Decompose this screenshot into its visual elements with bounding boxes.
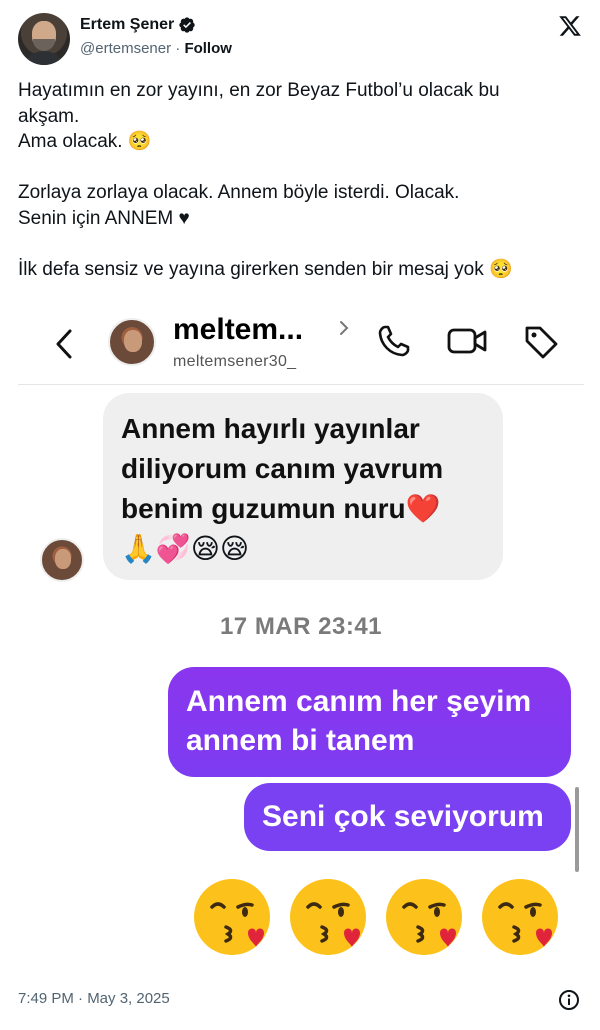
incoming-avatar-face (55, 549, 71, 569)
outgoing-message-bubble[interactable]: Annem canım her şeyim annem bi tanem (168, 667, 571, 777)
message-timestamp: 17 MAR 23:41 (219, 613, 383, 640)
tweet-line: akşam. (18, 105, 80, 127)
kiss-emoji-row (190, 875, 562, 959)
tag-icon[interactable] (522, 323, 560, 361)
contact-avatar-face (124, 330, 142, 352)
info-icon[interactable] (558, 989, 580, 1011)
incoming-avatar (40, 538, 84, 582)
phone-icon[interactable] (376, 323, 412, 359)
video-icon[interactable] (446, 325, 488, 357)
dm-header: meltem... meltemsener30_ (18, 305, 584, 385)
author-name[interactable]: Ertem Şener (80, 16, 174, 34)
author-avatar[interactable] (18, 13, 70, 65)
scrollbar[interactable] (575, 787, 579, 872)
tweet-line: İlk defa sensiz ve yayına girerken sende… (18, 258, 513, 280)
incoming-message-text: Annem hayırlı yayınlar diliyorum canım y… (121, 413, 444, 524)
avatar-body (22, 51, 66, 65)
kiss-icon (290, 879, 366, 955)
tweet-text: Hayatımın en zor yayını, en zor Beyaz Fu… (18, 78, 584, 282)
kiss-icon (482, 879, 558, 955)
avatar-beard (33, 39, 55, 51)
tweet-timestamp[interactable]: 7:49 PM · May 3, 2025 (18, 990, 170, 1007)
incoming-emojis: 🙏💞😪😪 (121, 532, 250, 565)
kiss-icon (386, 879, 462, 955)
follow-button[interactable]: Follow (184, 40, 232, 57)
x-logo-icon[interactable] (558, 14, 582, 38)
outgoing-message-bubble[interactable]: Seni çok seviyorum (244, 783, 571, 851)
verified-icon (179, 17, 195, 33)
tweet-line: Hayatımın en zor yayını, en zor Beyaz Fu… (18, 80, 500, 101)
author-name-row[interactable]: Ertem Şener (80, 16, 196, 34)
author-handle-row: @ertemsener · Follow (80, 40, 232, 57)
kiss-icon (194, 879, 270, 955)
incoming-message-bubble[interactable]: Annem hayırlı yayınlar diliyorum canım y… (103, 393, 503, 580)
tweet-line: Ama olacak. 🥺 (18, 131, 152, 152)
author-handle[interactable]: @ertemsener (80, 40, 171, 57)
tweet-media-image[interactable]: meltem... meltemsener30_ Annem hayırlı y… (18, 305, 584, 970)
tweet-line: Zorlaya zorlaya olacak. Annem böyle iste… (18, 182, 460, 203)
chevron-right-icon[interactable] (338, 319, 350, 337)
contact-username: meltemsener30_ (173, 353, 297, 370)
contact-avatar[interactable] (108, 318, 156, 366)
back-icon[interactable] (52, 327, 76, 361)
handle-separator: · (171, 40, 185, 57)
contact-name[interactable]: meltem... (173, 313, 303, 347)
tweet-line: Senin için ANNEM ♥︎ (18, 207, 190, 229)
